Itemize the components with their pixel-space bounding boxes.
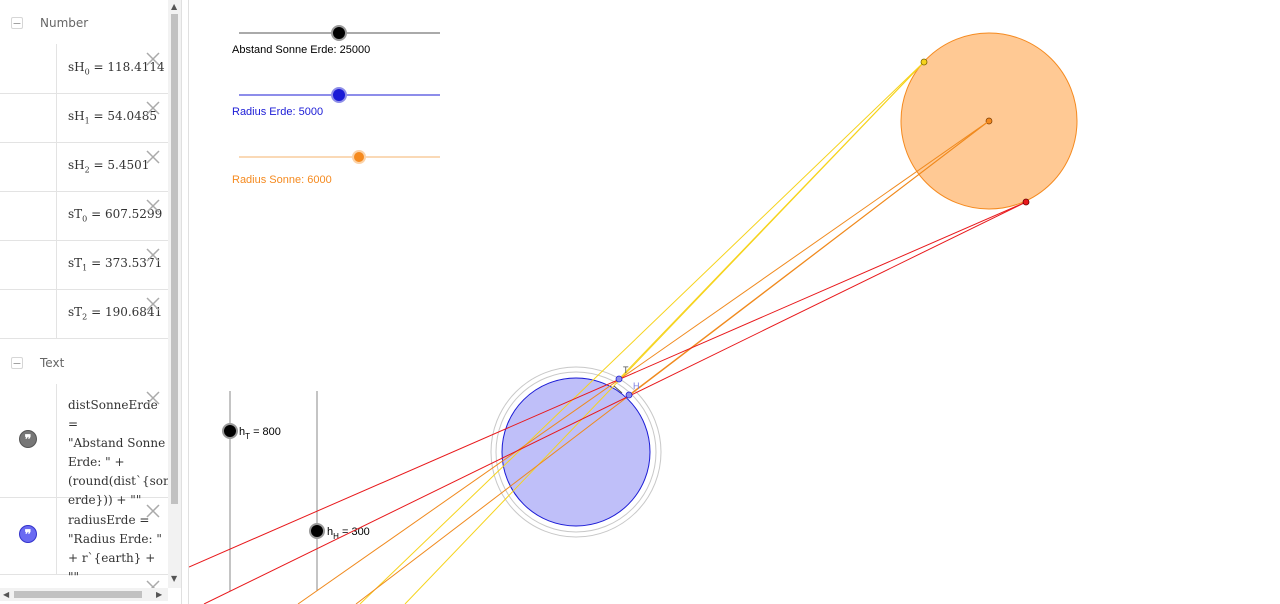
- algebra-row-sH2[interactable]: sH2 = 5.4501: [0, 142, 168, 192]
- algebra-row-sH0[interactable]: sH0 = 118.4114: [0, 44, 168, 94]
- quote-icon[interactable]: ❞: [19, 525, 37, 543]
- hH-slider-handle[interactable]: [309, 523, 325, 539]
- graphics-view[interactable]: Abstand Sonne Erde: 25000 Radius Erde: 5…: [189, 0, 1280, 604]
- close-icon[interactable]: [145, 100, 161, 116]
- row-marker[interactable]: [0, 289, 57, 338]
- group-header-text[interactable]: − Text: [0, 339, 168, 385]
- row-marker[interactable]: ❞: [0, 497, 57, 574]
- close-icon[interactable]: [145, 149, 161, 165]
- group-header-number[interactable]: − Number: [0, 0, 168, 46]
- scroll-right-icon[interactable]: ▶: [156, 591, 162, 599]
- group-label-number: Number: [40, 16, 89, 30]
- earth-radius-label: Radius Erde: 5000: [232, 106, 323, 118]
- sun-top-point[interactable]: [920, 58, 928, 66]
- ray-yellow-2[interactable]: [359, 61, 925, 604]
- algebra-definition[interactable]: sH2 = 5.4501: [68, 158, 149, 174]
- scroll-down-icon[interactable]: ▼: [171, 575, 177, 583]
- svg-text:❞: ❞: [25, 527, 32, 541]
- close-icon[interactable]: [145, 198, 161, 214]
- ray-yellow-3[interactable]: [618, 61, 925, 380]
- row-marker[interactable]: [0, 240, 57, 289]
- row-marker[interactable]: ❞: [0, 384, 57, 497]
- earth-circle[interactable]: [501, 377, 651, 527]
- algebra-definition[interactable]: distSonneErde = "Abstand Sonne Erde: " +…: [68, 396, 168, 510]
- quote-icon[interactable]: ❞: [19, 430, 37, 448]
- close-icon[interactable]: [145, 247, 161, 263]
- row-marker[interactable]: [0, 142, 57, 191]
- algebra-row-sH1[interactable]: sH1 = 54.0485: [0, 93, 168, 143]
- svg-text:❞: ❞: [25, 432, 32, 446]
- algebra-definition[interactable]: radiusErde = "Radius Erde: " + r`{earth}…: [68, 511, 168, 587]
- algebra-row-sT1[interactable]: sT1 = 373.5371: [0, 240, 168, 290]
- point-H-label: H: [633, 381, 640, 391]
- algebra-row-distSonneErde[interactable]: ❞ distSonneErde = "Abstand Sonne Erde: "…: [0, 384, 168, 507]
- view-divider[interactable]: [181, 0, 189, 604]
- scroll-left-icon[interactable]: ◀: [3, 591, 9, 599]
- close-icon[interactable]: [145, 503, 161, 519]
- distance-label: Abstand Sonne Erde: 25000: [232, 44, 370, 56]
- row-marker[interactable]: [0, 44, 57, 93]
- hT-slider-handle[interactable]: [222, 423, 238, 439]
- ray-orange-1[interactable]: [297, 120, 990, 604]
- sun-radius-label: Radius Sonne: 6000: [232, 174, 332, 186]
- scroll-up-icon[interactable]: ▲: [171, 3, 177, 11]
- point-T-label: T: [623, 365, 629, 375]
- hT-label: hT = 800: [239, 426, 281, 441]
- horizontal-scrollbar[interactable]: ◀ ▶: [0, 588, 168, 601]
- point-H[interactable]: [625, 391, 633, 399]
- close-icon[interactable]: [145, 390, 161, 406]
- sun-radius-slider-handle[interactable]: [352, 150, 366, 164]
- algebra-view: − Number sH0 = 118.4114 sH1 = 54.0485 sH…: [0, 0, 181, 604]
- algebra-row-sT0[interactable]: sT0 = 607.5299: [0, 191, 168, 241]
- ray-red-2[interactable]: [203, 201, 1027, 604]
- scrollbar-thumb[interactable]: [14, 591, 142, 598]
- close-icon[interactable]: [145, 296, 161, 312]
- algebra-row-radiusErde[interactable]: ❞ radiusErde = "Radius Erde: " + r`{eart…: [0, 497, 168, 584]
- collapse-icon[interactable]: −: [11, 357, 23, 369]
- algebra-row-sT2[interactable]: sT2 = 190.6841: [0, 289, 168, 339]
- ray-orange-3[interactable]: [628, 120, 990, 396]
- vertical-scrollbar[interactable]: ▲ ▼: [168, 0, 181, 588]
- collapse-icon[interactable]: −: [11, 17, 23, 29]
- distance-slider-handle[interactable]: [331, 25, 347, 41]
- row-marker[interactable]: [0, 191, 57, 240]
- point-T[interactable]: [615, 375, 623, 383]
- group-label-text: Text: [40, 356, 65, 370]
- sun-bottom-point[interactable]: [1022, 198, 1030, 206]
- algebra-definition[interactable]: sH1 = 54.0485: [68, 109, 157, 125]
- row-marker[interactable]: [0, 93, 57, 142]
- scrollbar-thumb[interactable]: [171, 14, 178, 504]
- close-icon[interactable]: [145, 51, 161, 67]
- earth-radius-slider-handle[interactable]: [331, 87, 347, 103]
